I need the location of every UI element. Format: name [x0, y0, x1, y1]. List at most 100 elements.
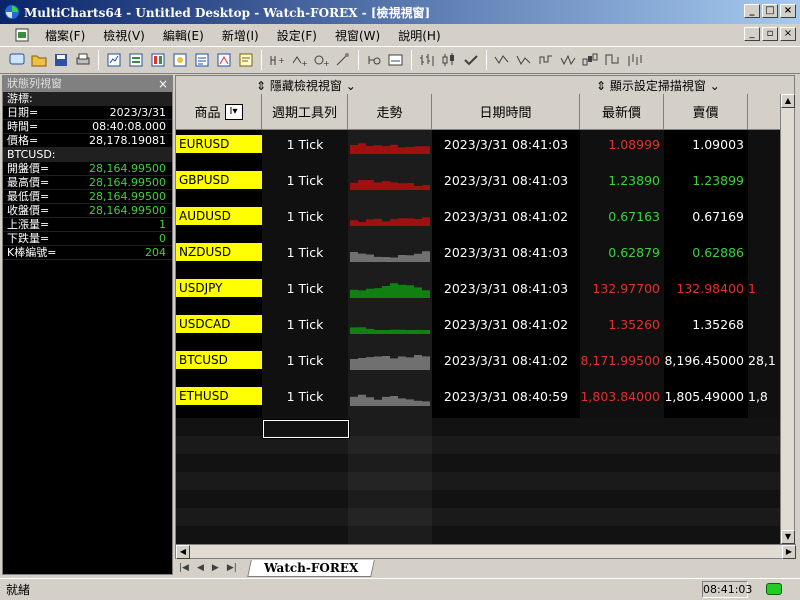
menu-view[interactable]: 檢視(V)	[94, 27, 154, 44]
new-analysis-icon[interactable]	[215, 51, 233, 69]
symbol-label[interactable]: USDCAD	[176, 315, 262, 333]
empty-cell[interactable]	[748, 436, 782, 454]
empty-cell[interactable]	[176, 526, 262, 544]
empty-cell[interactable]	[432, 508, 580, 526]
mdi-restore-button[interactable]: ▫	[762, 27, 778, 41]
symbol-label[interactable]: ETHUSD	[176, 387, 262, 405]
save-icon[interactable]	[52, 51, 70, 69]
table-row[interactable]: ETHUSD 1 Tick 2023/3/31 08:40:59 1,803.8400…	[176, 382, 782, 418]
symbol-window-icon[interactable]	[387, 51, 405, 69]
empty-cell[interactable]	[580, 526, 664, 544]
hide-view-toggle[interactable]: ⇕ 隱藏檢視視窗 ⌄	[256, 77, 356, 94]
empty-cell[interactable]	[432, 526, 580, 544]
empty-cell[interactable]	[580, 418, 664, 436]
empty-cell[interactable]	[262, 436, 348, 454]
close-button[interactable]: ×	[780, 4, 796, 18]
document-icon[interactable]	[14, 27, 30, 43]
range-bar-icon[interactable]	[625, 51, 643, 69]
column-header-datetime[interactable]: 日期時間	[432, 94, 580, 130]
scroll-up-icon[interactable]: ▲	[781, 94, 795, 108]
empty-cell[interactable]	[748, 418, 782, 436]
empty-cell[interactable]	[432, 454, 580, 472]
empty-row[interactable]	[176, 436, 782, 454]
symbol-label[interactable]: EURUSD	[176, 135, 262, 153]
selected-cell[interactable]	[262, 419, 350, 439]
mdi-minimize-button[interactable]: _	[744, 27, 760, 41]
table-row[interactable]: BTCUSD 1 Tick 2023/3/31 08:41:02 28,171.995…	[176, 346, 782, 382]
empty-cell[interactable]	[176, 472, 262, 490]
menu-help[interactable]: 說明(H)	[389, 27, 449, 44]
table-row[interactable]: EURUSD 1 Tick 2023/3/31 08:41:03 1.08999 1.0…	[176, 130, 782, 166]
empty-cell[interactable]	[262, 508, 348, 526]
table-row[interactable]: AUDUSD 1 Tick 2023/3/31 08:41:02 0.67163 0.6…	[176, 202, 782, 238]
empty-cell[interactable]	[664, 508, 748, 526]
empty-cell[interactable]	[176, 454, 262, 472]
symbol-label[interactable]: AUDUSD	[176, 207, 262, 225]
menu-edit[interactable]: 編輯(E)	[154, 27, 213, 44]
tab-next-icon[interactable]: ▶	[212, 563, 219, 573]
empty-row[interactable]	[176, 454, 782, 472]
new-report-icon[interactable]	[193, 51, 211, 69]
empty-cell[interactable]	[664, 490, 748, 508]
menu-settings[interactable]: 設定(F)	[268, 27, 326, 44]
tab-watch-forex[interactable]: Watch-FOREX	[246, 559, 375, 577]
chat-icon[interactable]	[8, 51, 26, 69]
horizontal-scrollbar[interactable]: ◀ ▶	[176, 544, 796, 559]
empty-cell[interactable]	[262, 490, 348, 508]
empty-cell[interactable]	[262, 454, 348, 472]
dot-on-close-icon[interactable]	[515, 51, 533, 69]
empty-cell[interactable]	[348, 490, 432, 508]
tab-last-icon[interactable]: ▶|	[227, 563, 237, 573]
column-header-ask[interactable]: 賣價	[664, 94, 748, 130]
empty-row[interactable]	[176, 526, 782, 544]
scroll-left-icon[interactable]: ◀	[176, 545, 190, 559]
point-figure-icon[interactable]	[537, 51, 555, 69]
table-row[interactable]: USDCAD 1 Tick 2023/3/31 08:41:02 1.35260 1.3…	[176, 310, 782, 346]
insert-study-icon[interactable]: +	[268, 51, 286, 69]
close-icon[interactable]: ×	[158, 76, 168, 92]
empty-cell[interactable]	[664, 454, 748, 472]
empty-cell[interactable]	[432, 472, 580, 490]
sort-dropdown-icon[interactable]: I▾	[224, 103, 243, 120]
empty-cell[interactable]	[348, 454, 432, 472]
empty-cell[interactable]	[348, 436, 432, 454]
empty-cell[interactable]	[748, 454, 782, 472]
empty-cell[interactable]	[664, 472, 748, 490]
scroll-down-icon[interactable]: ▼	[781, 530, 795, 544]
empty-cell[interactable]	[580, 490, 664, 508]
insert-drawing-icon[interactable]	[334, 51, 352, 69]
new-scanner-icon[interactable]	[127, 51, 145, 69]
open-folder-icon[interactable]	[30, 51, 48, 69]
empty-cell[interactable]	[748, 472, 782, 490]
symbol-label[interactable]: BTCUSD	[176, 351, 262, 369]
empty-cell[interactable]	[432, 418, 580, 436]
scan-settings-toggle[interactable]: ⇕ 顯示設定掃描視窗 ⌄	[596, 77, 720, 94]
empty-row[interactable]	[176, 508, 782, 526]
symbol-label[interactable]: GBPUSD	[176, 171, 262, 189]
column-header-extra[interactable]	[748, 94, 782, 130]
new-notes-icon[interactable]	[237, 51, 255, 69]
empty-cell[interactable]	[348, 472, 432, 490]
format-settings-icon[interactable]	[365, 51, 383, 69]
empty-cell[interactable]	[262, 526, 348, 544]
menu-insert[interactable]: 新增(I)	[213, 27, 268, 44]
new-portfolio-icon[interactable]	[171, 51, 189, 69]
vertical-scrollbar[interactable]: ▲ ▼	[780, 94, 795, 544]
scroll-right-icon[interactable]: ▶	[782, 545, 796, 559]
renko-icon[interactable]	[581, 51, 599, 69]
minimize-button[interactable]: _	[744, 4, 760, 18]
empty-cell[interactable]	[748, 508, 782, 526]
empty-cell[interactable]	[176, 418, 262, 436]
print-icon[interactable]	[74, 51, 92, 69]
empty-cell[interactable]	[432, 490, 580, 508]
empty-cell[interactable]	[580, 508, 664, 526]
new-chart-icon[interactable]	[105, 51, 123, 69]
empty-cell[interactable]	[348, 526, 432, 544]
empty-cell[interactable]	[748, 490, 782, 508]
empty-row[interactable]	[176, 472, 782, 490]
menu-window[interactable]: 視窗(W)	[326, 27, 389, 44]
mdi-close-button[interactable]: ×	[780, 27, 796, 41]
empty-cell[interactable]	[348, 418, 432, 436]
empty-cell[interactable]	[664, 436, 748, 454]
empty-cell[interactable]	[432, 436, 580, 454]
